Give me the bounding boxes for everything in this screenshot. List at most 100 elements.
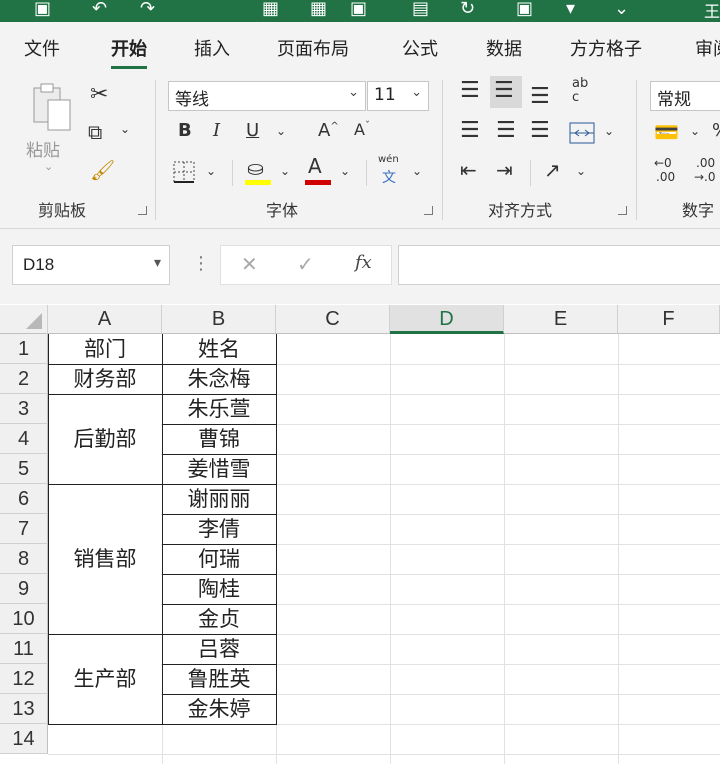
row-header-11[interactable]: 11 xyxy=(0,634,48,664)
merge-center-icon[interactable] xyxy=(569,122,595,144)
cell-name[interactable]: 何瑞 xyxy=(162,544,276,574)
chevron-down-icon[interactable]: ⌄ xyxy=(576,164,586,178)
tab-home[interactable]: 开始 xyxy=(111,35,147,69)
cell-name[interactable]: 曹锦 xyxy=(162,424,276,454)
preview-icon[interactable]: ▣ xyxy=(516,0,533,17)
cell-name[interactable]: 金贞 xyxy=(162,604,276,634)
row-header-3[interactable]: 3 xyxy=(0,394,48,424)
select-all-button[interactable] xyxy=(0,305,48,334)
column-header-e[interactable]: E xyxy=(504,305,618,334)
clipboard-launcher-icon[interactable] xyxy=(138,206,147,215)
more-options-icon[interactable]: ⋮ xyxy=(192,253,210,274)
cell-name[interactable]: 朱念梅 xyxy=(162,364,276,394)
chevron-down-icon[interactable]: ⌄ xyxy=(276,124,286,138)
align-left-icon[interactable]: ☰ xyxy=(460,118,480,143)
tab-page-layout[interactable]: 页面布局 xyxy=(277,35,349,61)
phonetic-top[interactable]: wén xyxy=(378,154,399,165)
row-header-9[interactable]: 9 xyxy=(0,574,48,604)
tab-data[interactable]: 数据 xyxy=(486,35,522,61)
column-header-b[interactable]: B xyxy=(162,305,276,334)
column-header-d[interactable]: D xyxy=(390,305,504,334)
cell-b1[interactable]: 姓名 xyxy=(162,334,276,364)
paste-button[interactable]: 粘贴 ⌄ xyxy=(24,82,78,173)
decrease-decimal-icon[interactable]: →.0 xyxy=(694,170,716,184)
fill-color-icon[interactable]: ⛀ xyxy=(247,156,264,180)
cell-a1[interactable]: 部门 xyxy=(48,334,162,364)
customize-icon[interactable]: ⌄ xyxy=(614,0,629,17)
increase-indent-icon[interactable]: ⇥ xyxy=(496,158,513,182)
borders-icon[interactable] xyxy=(172,160,196,184)
row-header-2[interactable]: 2 xyxy=(0,364,48,394)
quick-access-icon[interactable]: ▔ xyxy=(206,0,220,17)
cancel-icon[interactable]: ✕ xyxy=(241,252,258,277)
tab-insert[interactable]: 插入 xyxy=(194,35,230,61)
increase-decimal-icon[interactable]: .00 xyxy=(656,170,675,184)
grid-icon[interactable]: ▦ xyxy=(310,0,327,17)
tab-formulas[interactable]: 公式 xyxy=(402,35,438,61)
row-header-14[interactable]: 14 xyxy=(0,724,48,754)
cell-department[interactable]: 生产部 xyxy=(48,634,162,724)
increase-decimal-top[interactable]: ←0 xyxy=(654,156,672,170)
align-bottom-icon[interactable]: ☰ xyxy=(530,84,550,109)
chevron-down-icon[interactable]: ⌄ xyxy=(604,124,614,138)
chevron-down-icon[interactable]: ⌄ xyxy=(690,124,700,138)
cell-name[interactable]: 谢丽丽 xyxy=(162,484,276,514)
chevron-down-icon[interactable]: ⌄ xyxy=(206,164,216,178)
cut-icon[interactable]: ✂ xyxy=(90,82,108,107)
accounting-format-icon[interactable]: 💳 xyxy=(654,120,679,144)
table-icon[interactable]: ▦ xyxy=(262,0,279,17)
align-right-icon[interactable]: ☰ xyxy=(530,118,550,143)
decrease-indent-icon[interactable]: ⇤ xyxy=(460,158,477,182)
orientation-icon[interactable]: ↗ xyxy=(544,158,561,182)
copy-icon[interactable]: ⧉ xyxy=(88,120,102,144)
name-box[interactable]: D18 ▾ xyxy=(12,245,170,285)
font-size-select[interactable]: 11 ⌄ xyxy=(367,81,429,111)
wrap-text-icon-lower[interactable]: c xyxy=(572,90,579,105)
cell-name[interactable]: 李倩 xyxy=(162,514,276,544)
increase-font-button[interactable]: A^ xyxy=(318,120,339,141)
tab-file[interactable]: 文件 xyxy=(24,35,60,61)
cell-department[interactable]: 后勤部 xyxy=(48,394,162,484)
column-header-c[interactable]: C xyxy=(276,305,390,334)
cell-name[interactable]: 金朱婷 xyxy=(162,694,276,724)
cell-department[interactable]: 销售部 xyxy=(48,484,162,634)
undo-icon[interactable]: ↶ xyxy=(92,0,107,17)
chevron-down-icon[interactable]: ⌄ xyxy=(120,122,130,136)
cell-name[interactable]: 吕蓉 xyxy=(162,634,276,664)
column-header-f[interactable]: F xyxy=(618,305,720,334)
cell-name[interactable]: 鲁胜英 xyxy=(162,664,276,694)
cell-name[interactable]: 朱乐萱 xyxy=(162,394,276,424)
row-header-6[interactable]: 6 xyxy=(0,484,48,514)
italic-button[interactable]: I xyxy=(213,120,220,141)
percent-icon[interactable]: % xyxy=(712,120,720,141)
row-header-1[interactable]: 1 xyxy=(0,334,48,364)
print-icon[interactable]: ▤ xyxy=(412,0,429,17)
dropdown-icon[interactable]: ▾ xyxy=(566,0,575,17)
chevron-down-icon[interactable]: ⌄ xyxy=(412,164,422,178)
cell-name[interactable]: 姜惜雪 xyxy=(162,454,276,484)
chevron-down-icon[interactable]: ⌄ xyxy=(280,164,290,178)
phonetic-icon[interactable]: 文 xyxy=(382,167,396,187)
redo-icon[interactable]: ↷ xyxy=(140,0,155,17)
align-middle-button[interactable]: ☰ xyxy=(490,76,522,108)
decrease-decimal-top[interactable]: .00 xyxy=(696,156,715,170)
save-icon[interactable]: ▣ xyxy=(34,0,51,17)
column-header-a[interactable]: A xyxy=(48,305,162,334)
chevron-down-icon[interactable]: ⌄ xyxy=(340,164,350,178)
save-as-icon[interactable]: ▣ xyxy=(350,0,367,17)
number-format-select[interactable]: 常规 xyxy=(650,81,720,111)
worksheet-grid[interactable]: A B C D E F 1 2 3 4 5 6 7 8 9 10 11 12 1… xyxy=(0,305,720,764)
row-header-4[interactable]: 4 xyxy=(0,424,48,454)
align-top-icon[interactable]: ☰ xyxy=(460,78,480,103)
cell-department[interactable]: 财务部 xyxy=(48,364,162,394)
insert-function-icon[interactable]: fx xyxy=(355,252,372,273)
format-painter-icon[interactable]: 🖌 xyxy=(90,158,115,182)
decrease-font-button[interactable]: Aˇ xyxy=(354,120,370,139)
row-header-7[interactable]: 7 xyxy=(0,514,48,544)
formula-input[interactable] xyxy=(398,245,720,285)
font-launcher-icon[interactable] xyxy=(424,206,433,215)
font-name-select[interactable]: 等线 ⌄ xyxy=(168,81,366,111)
refresh-icon[interactable]: ↻ xyxy=(460,0,475,17)
row-header-13[interactable]: 13 xyxy=(0,694,48,724)
row-header-8[interactable]: 8 xyxy=(0,544,48,574)
